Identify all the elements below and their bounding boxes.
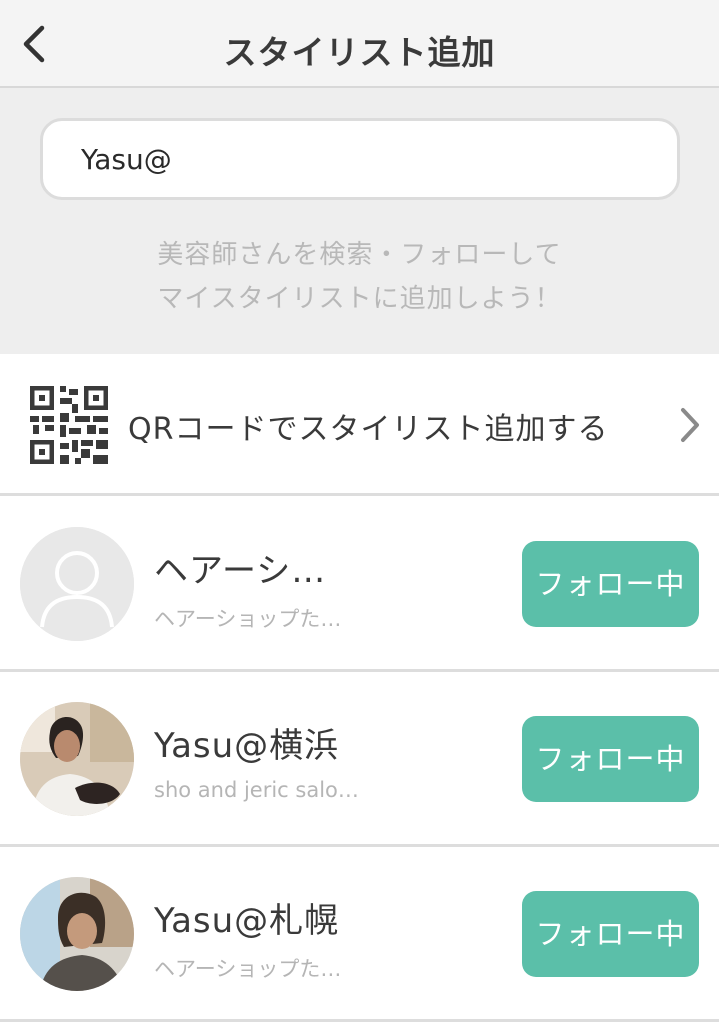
search-area: 美容師さんを検索・フォローして マイスタイリストに追加しよう！ (0, 88, 719, 354)
chevron-right-icon (675, 402, 705, 448)
stylist-name: ヘアーシ… (154, 551, 327, 591)
search-hint-line1: 美容師さんを検索・フォローして (157, 240, 562, 270)
nav-bar: スタイリスト追加 (0, 0, 719, 88)
search-input[interactable] (81, 121, 661, 197)
salon-name: sho and jeric salo… (154, 778, 359, 802)
list-item[interactable]: ヘアーシ… ヘアーショップた… フォロー中 (0, 497, 719, 672)
qr-add-row[interactable]: QRコードでスタイリスト追加する (0, 354, 719, 496)
page-title: スタイリスト追加 (223, 33, 496, 72)
photo-avatar (20, 702, 134, 816)
following-button[interactable]: フォロー中 (522, 891, 699, 977)
search-hint-line2: マイスタイリストに追加しよう！ (157, 284, 562, 314)
qr-code-icon (30, 386, 108, 464)
salon-name: ヘアーショップた… (154, 607, 342, 631)
list-item[interactable]: Yasu@札幌 ヘアーショップた… フォロー中 (0, 847, 719, 1022)
following-button[interactable]: フォロー中 (522, 541, 699, 627)
stylist-name: Yasu@横浜 (154, 726, 340, 766)
following-button[interactable]: フォロー中 (522, 716, 699, 802)
list-item[interactable]: Yasu@横浜 sho and jeric salo… フォロー中 (0, 672, 719, 847)
photo-avatar (20, 877, 134, 991)
salon-name: ヘアーショップた… (154, 957, 342, 981)
default-avatar-icon (20, 527, 134, 641)
search-hint: 美容師さんを検索・フォローして マイスタイリストに追加しよう！ (0, 233, 719, 321)
search-box[interactable] (40, 118, 680, 200)
qr-add-label: QRコードでスタイリスト追加する (128, 412, 609, 447)
stylist-name: Yasu@札幌 (154, 901, 340, 941)
